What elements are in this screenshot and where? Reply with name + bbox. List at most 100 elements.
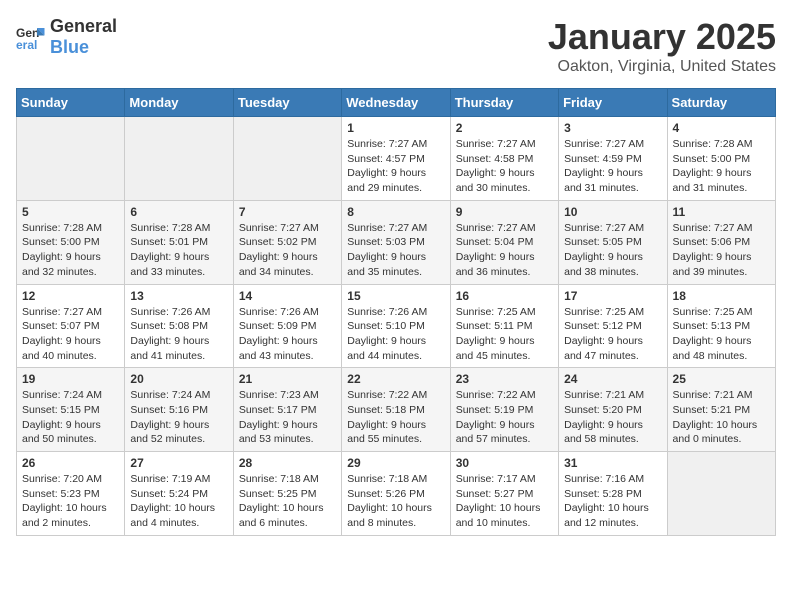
calendar-week-row: 12 Sunrise: 7:27 AM Sunset: 5:07 PM Dayli… [17,284,776,368]
calendar-cell: 4 Sunrise: 7:28 AM Sunset: 5:00 PM Daylig… [667,117,775,201]
logo-blue-text: Blue [50,37,89,57]
day-info: Sunrise: 7:26 AM Sunset: 5:09 PM Dayligh… [239,305,336,364]
day-info: Sunrise: 7:27 AM Sunset: 5:07 PM Dayligh… [22,305,119,364]
calendar-cell: 9 Sunrise: 7:27 AM Sunset: 5:04 PM Daylig… [450,200,558,284]
day-info: Sunrise: 7:16 AM Sunset: 5:28 PM Dayligh… [564,472,661,531]
day-info: Sunrise: 7:23 AM Sunset: 5:17 PM Dayligh… [239,388,336,447]
calendar-cell [17,117,125,201]
day-number: 22 [347,372,444,386]
day-info: Sunrise: 7:22 AM Sunset: 5:18 PM Dayligh… [347,388,444,447]
calendar-week-row: 26 Sunrise: 7:20 AM Sunset: 5:23 PM Dayli… [17,452,776,536]
calendar-cell: 7Sunrise: 7:27 AM Sunset: 5:02 PM Daylig… [233,200,341,284]
calendar-week-row: 5 Sunrise: 7:28 AM Sunset: 5:00 PM Daylig… [17,200,776,284]
calendar-cell: 8 Sunrise: 7:27 AM Sunset: 5:03 PM Daylig… [342,200,450,284]
calendar-cell: 31 Sunrise: 7:16 AM Sunset: 5:28 PM Dayli… [559,452,667,536]
day-number: 31 [564,456,661,470]
weekday-header-thursday: Thursday [450,89,558,117]
day-number: 13 [130,289,227,303]
calendar-cell: 2Sunrise: 7:27 AM Sunset: 4:58 PM Daylig… [450,117,558,201]
day-info: Sunrise: 7:24 AM Sunset: 5:15 PM Dayligh… [22,388,119,447]
calendar-cell: 12 Sunrise: 7:27 AM Sunset: 5:07 PM Dayli… [17,284,125,368]
day-info: Sunrise: 7:27 AM Sunset: 4:57 PM Dayligh… [347,137,444,196]
day-info: Sunrise: 7:25 AM Sunset: 5:11 PM Dayligh… [456,305,553,364]
day-info: Sunrise: 7:20 AM Sunset: 5:23 PM Dayligh… [22,472,119,531]
day-number: 1 [347,121,444,135]
day-info: Sunrise: 7:28 AM Sunset: 5:00 PM Dayligh… [673,137,770,196]
title-area: January 2025 Oakton, Virginia, United St… [548,16,776,76]
day-number: 15 [347,289,444,303]
day-number: 8 [347,205,444,219]
calendar-cell: 24Sunrise: 7:21 AM Sunset: 5:20 PM Dayli… [559,368,667,452]
calendar-cell: 3 Sunrise: 7:27 AM Sunset: 4:59 PM Daylig… [559,117,667,201]
day-number: 19 [22,372,119,386]
calendar-cell: 1 Sunrise: 7:27 AM Sunset: 4:57 PM Daylig… [342,117,450,201]
day-number: 9 [456,205,553,219]
weekday-header-monday: Monday [125,89,233,117]
calendar-subtitle: Oakton, Virginia, United States [548,58,776,76]
day-number: 7 [239,205,336,219]
day-info: Sunrise: 7:22 AM Sunset: 5:19 PM Dayligh… [456,388,553,447]
day-number: 5 [22,205,119,219]
calendar-cell: 28Sunrise: 7:18 AM Sunset: 5:25 PM Dayli… [233,452,341,536]
day-info: Sunrise: 7:28 AM Sunset: 5:00 PM Dayligh… [22,221,119,280]
day-info: Sunrise: 7:28 AM Sunset: 5:01 PM Dayligh… [130,221,227,280]
day-number: 20 [130,372,227,386]
calendar-cell: 23 Sunrise: 7:22 AM Sunset: 5:19 PM Dayli… [450,368,558,452]
day-info: Sunrise: 7:27 AM Sunset: 4:59 PM Dayligh… [564,137,661,196]
calendar-cell: 17 Sunrise: 7:25 AM Sunset: 5:12 PM Dayli… [559,284,667,368]
calendar-cell: 26 Sunrise: 7:20 AM Sunset: 5:23 PM Dayli… [17,452,125,536]
day-info: Sunrise: 7:21 AM Sunset: 5:21 PM Dayligh… [673,388,770,447]
calendar-cell [667,452,775,536]
calendar-cell: 18 Sunrise: 7:25 AM Sunset: 5:13 PM Dayli… [667,284,775,368]
day-number: 24 [564,372,661,386]
day-info: Sunrise: 7:18 AM Sunset: 5:26 PM Dayligh… [347,472,444,531]
day-number: 10 [564,205,661,219]
day-number: 14 [239,289,336,303]
day-info: Sunrise: 7:24 AM Sunset: 5:16 PM Dayligh… [130,388,227,447]
logo-general-text: General [50,16,117,36]
calendar-cell: 15 Sunrise: 7:26 AM Sunset: 5:10 PM Dayli… [342,284,450,368]
calendar-cell: 19 Sunrise: 7:24 AM Sunset: 5:15 PM Dayli… [17,368,125,452]
day-info: Sunrise: 7:17 AM Sunset: 5:27 PM Dayligh… [456,472,553,531]
day-number: 12 [22,289,119,303]
day-info: Sunrise: 7:25 AM Sunset: 5:12 PM Dayligh… [564,305,661,364]
weekday-header-tuesday: Tuesday [233,89,341,117]
day-number: 17 [564,289,661,303]
day-number: 4 [673,121,770,135]
logo-icon: Gen eral [16,22,46,52]
day-number: 21 [239,372,336,386]
day-number: 18 [673,289,770,303]
day-number: 23 [456,372,553,386]
day-info: Sunrise: 7:18 AM Sunset: 5:25 PM Dayligh… [239,472,336,531]
day-number: 26 [22,456,119,470]
svg-text:eral: eral [16,38,37,52]
day-number: 11 [673,205,770,219]
day-info: Sunrise: 7:27 AM Sunset: 5:05 PM Dayligh… [564,221,661,280]
calendar-cell [233,117,341,201]
day-number: 30 [456,456,553,470]
day-info: Sunrise: 7:26 AM Sunset: 5:10 PM Dayligh… [347,305,444,364]
calendar-cell: 22 Sunrise: 7:22 AM Sunset: 5:18 PM Dayli… [342,368,450,452]
day-info: Sunrise: 7:27 AM Sunset: 5:03 PM Dayligh… [347,221,444,280]
day-info: Sunrise: 7:27 AM Sunset: 5:06 PM Dayligh… [673,221,770,280]
logo: Gen eral General Blue [16,16,117,58]
calendar-table: SundayMondayTuesdayWednesdayThursdayFrid… [16,88,776,536]
calendar-title: January 2025 [548,16,776,58]
calendar-cell: 11 Sunrise: 7:27 AM Sunset: 5:06 PM Dayli… [667,200,775,284]
calendar-cell: 21 Sunrise: 7:23 AM Sunset: 5:17 PM Dayli… [233,368,341,452]
day-number: 3 [564,121,661,135]
weekday-header-friday: Friday [559,89,667,117]
day-info: Sunrise: 7:25 AM Sunset: 5:13 PM Dayligh… [673,305,770,364]
day-number: 16 [456,289,553,303]
calendar-cell: 16 Sunrise: 7:25 AM Sunset: 5:11 PM Dayli… [450,284,558,368]
day-number: 6 [130,205,227,219]
day-info: Sunrise: 7:26 AM Sunset: 5:08 PM Dayligh… [130,305,227,364]
weekday-header-wednesday: Wednesday [342,89,450,117]
day-info: Sunrise: 7:27 AM Sunset: 5:04 PM Dayligh… [456,221,553,280]
page-header: Gen eral General Blue January 2025 Oakto… [16,16,776,76]
day-number: 29 [347,456,444,470]
weekday-header-row: SundayMondayTuesdayWednesdayThursdayFrid… [17,89,776,117]
calendar-cell: 20 Sunrise: 7:24 AM Sunset: 5:16 PM Dayli… [125,368,233,452]
calendar-cell: 6 Sunrise: 7:28 AM Sunset: 5:01 PM Daylig… [125,200,233,284]
calendar-cell: 25Sunrise: 7:21 AM Sunset: 5:21 PM Dayli… [667,368,775,452]
